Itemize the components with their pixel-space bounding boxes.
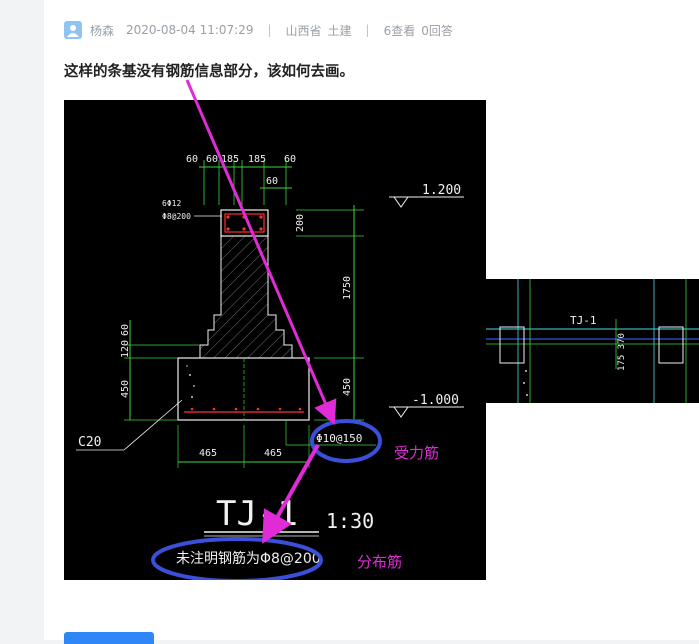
dim-label: 450 xyxy=(342,378,353,396)
post-province[interactable]: 山西省 xyxy=(286,22,322,39)
dim-label: 450 xyxy=(120,380,131,398)
question-card: 杨森 2020-08-04 11:07:29 | 山西省 土建 | 6查看 0回… xyxy=(44,0,699,644)
rebar-label: 6Φ12 xyxy=(162,199,181,208)
post-datetime: 2020-08-04 11:07:29 xyxy=(126,23,254,37)
masonry-wall xyxy=(199,235,293,359)
annotation-main-rebar: 受力筋 xyxy=(394,444,439,462)
meta-separator: | xyxy=(365,23,370,37)
distribution-note: 未注明钢筋为Φ8@200 xyxy=(176,550,321,567)
column-section xyxy=(658,326,684,364)
avatar[interactable] xyxy=(64,21,82,39)
dim-label: 185 xyxy=(248,154,266,165)
column-section xyxy=(499,326,525,364)
elevation-bottom: -1.000 xyxy=(412,393,459,408)
question-title: 这样的条基没有钢筋信息部分，该如何去画。 xyxy=(64,64,354,80)
dim-label: 60 xyxy=(206,154,218,165)
elevation-marker xyxy=(393,196,409,208)
dim-label: 60 xyxy=(186,154,198,165)
dim-label: 465 xyxy=(199,448,217,459)
view-count: 6查看 xyxy=(383,23,416,38)
post-category[interactable]: 土建 xyxy=(328,22,352,39)
author-name[interactable]: 杨森 xyxy=(90,22,114,39)
dim-label: 60 xyxy=(284,154,296,165)
drawing-title: TJ-1 xyxy=(216,494,298,534)
inset-label: TJ-1 xyxy=(570,314,597,327)
inset-dims: 175 370 xyxy=(617,333,627,371)
dim-label: 60 xyxy=(120,324,131,336)
foundation-section-drawing: 60 60 185 185 60 60 6Φ12 Φ8@200 200 1750… xyxy=(76,154,464,580)
dim-label: 120 xyxy=(120,340,131,358)
answer-button[interactable] xyxy=(64,632,154,644)
drawing-scale: 1:30 xyxy=(326,509,374,533)
cad-drawing-image[interactable]: 60 60 185 185 60 60 6Φ12 Φ8@200 200 1750… xyxy=(64,100,486,580)
post-meta: 杨森 2020-08-04 11:07:29 | 山西省 土建 | 6查看 0回… xyxy=(64,20,453,40)
answer-count: 0回答 xyxy=(421,23,453,38)
dim-label: 60 xyxy=(266,176,278,187)
main-rebar-label: Φ10@150 xyxy=(316,432,362,445)
strip-footing xyxy=(177,357,310,421)
dim-label: 1750 xyxy=(342,276,353,300)
concrete-grade: C20 xyxy=(78,435,101,450)
meta-separator: | xyxy=(267,23,272,37)
elevation-marker xyxy=(393,406,409,418)
elevation-top: 1.200 xyxy=(422,183,461,198)
dim-label: 200 xyxy=(295,214,306,232)
user-avatar-icon xyxy=(67,25,79,37)
foundation-plan-inset: TJ-1 175 370 xyxy=(486,279,699,403)
cad-inset-image[interactable]: TJ-1 175 370 xyxy=(486,279,699,403)
dim-label: 465 xyxy=(264,448,282,459)
stirrup-label: Φ8@200 xyxy=(162,212,191,221)
dimension-chain-top xyxy=(199,160,292,205)
dim-label: 185 xyxy=(221,154,239,165)
